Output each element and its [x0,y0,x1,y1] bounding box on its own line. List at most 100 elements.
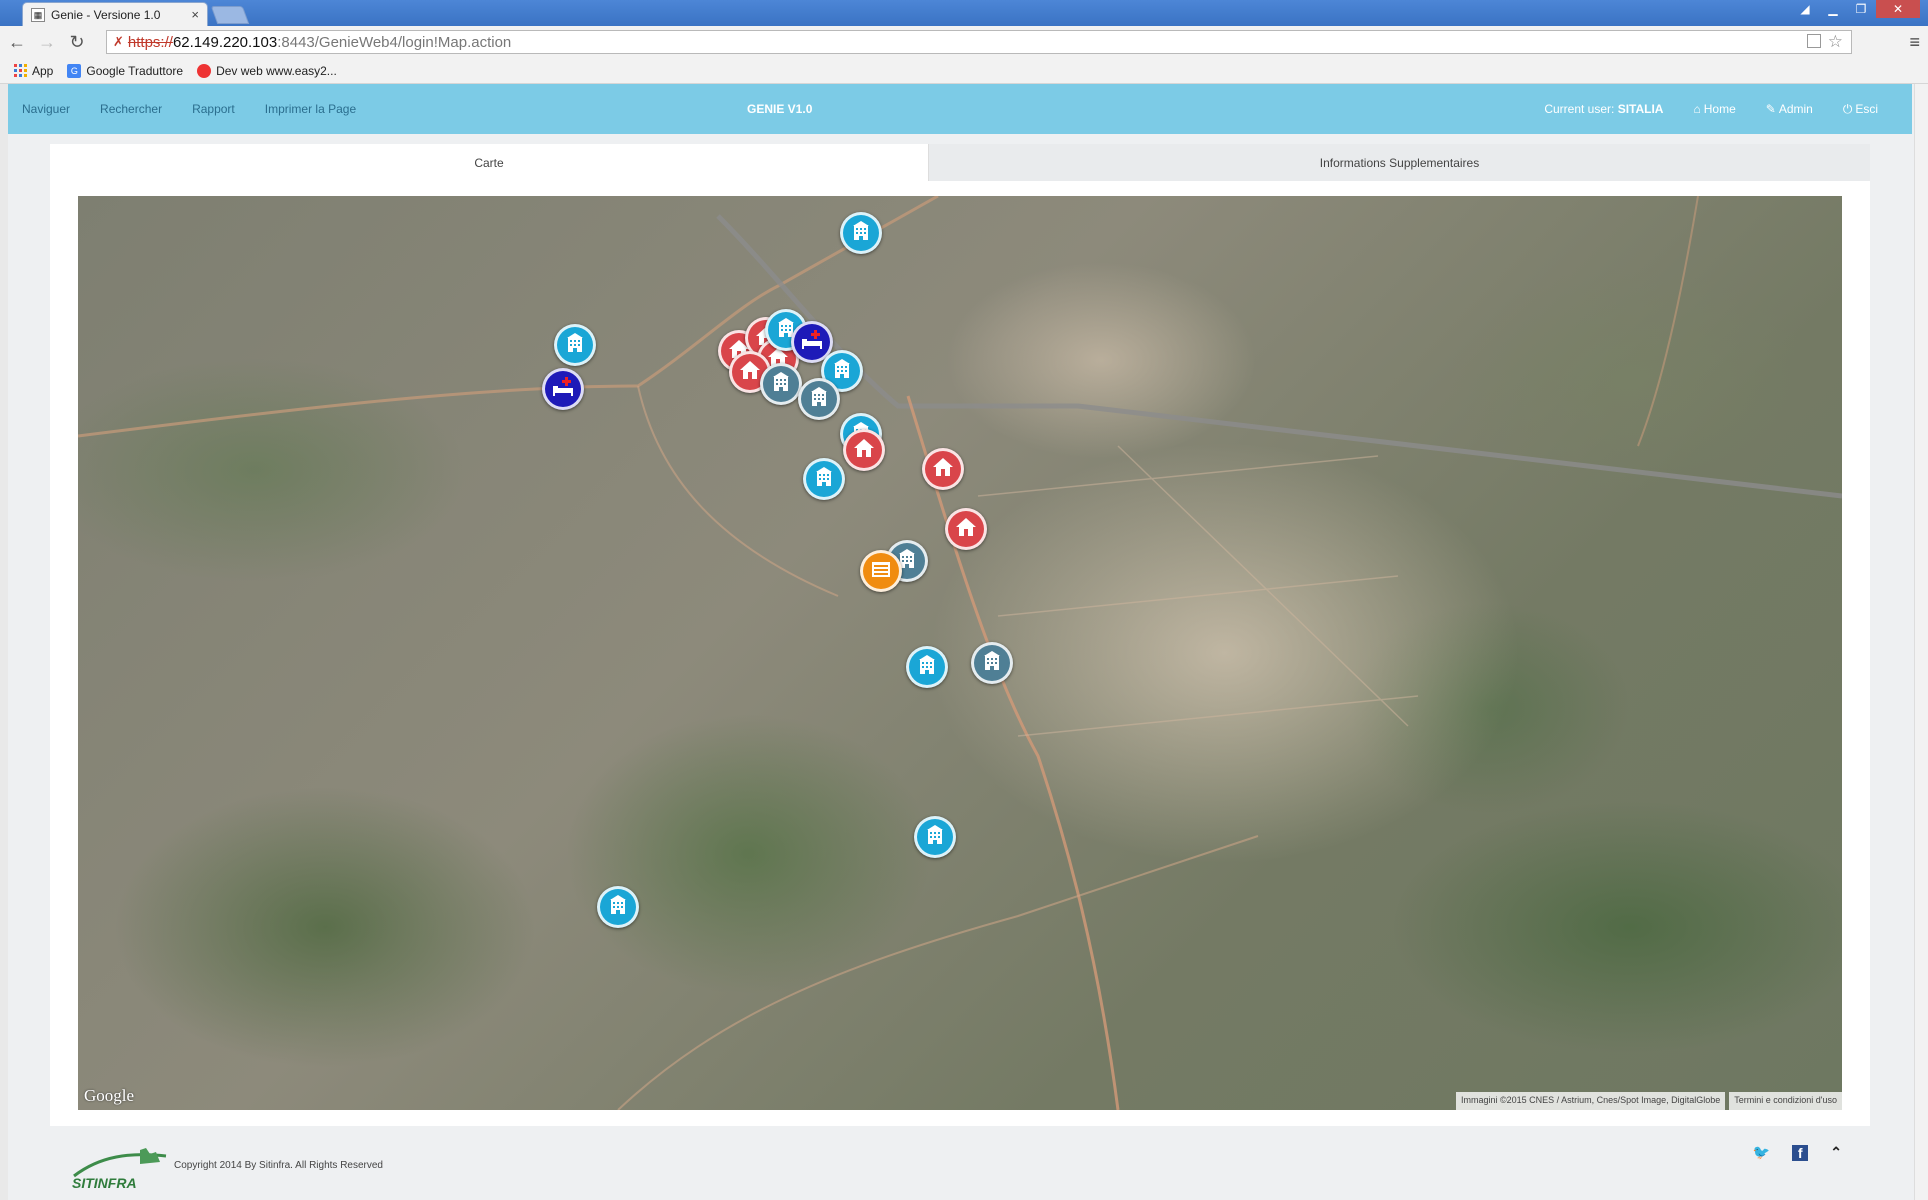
hospital-bed-icon [799,327,825,358]
home-icon: ⌂ [1693,102,1701,116]
page-action-icon[interactable] [1807,34,1821,48]
imagery-credit: Immagini ©2015 CNES / Astrium, Cnes/Spot… [1455,1092,1726,1110]
browser-titlebar: ▦ Genie - Versione 1.0 × ◢ ▁ ❐ ✕ [0,0,1928,26]
social-links: 🐦 f ⌃ [1753,1144,1842,1161]
nav-menu: Naviguer Rechercher Rapport Imprimer la … [22,84,356,134]
building-icon [829,356,855,387]
building-icon [768,369,794,400]
logo-text: SITINFRA [72,1175,137,1191]
map-marker-building[interactable] [803,458,845,500]
map-marker-house[interactable] [843,429,885,471]
map-attribution: Immagini ©2015 CNES / Astrium, Cnes/Spot… [1452,1092,1842,1110]
google-logo: Google [84,1086,135,1105]
scroll-top-icon[interactable]: ⌃ [1830,1144,1842,1161]
map-marker-building-dark[interactable] [760,363,802,405]
sitinfra-logo: SITINFRA [72,1148,167,1191]
home-link[interactable]: ⌂ Home [1693,102,1735,116]
nav-item-rapport[interactable]: Rapport [192,102,235,116]
app-brand[interactable]: GENIE V1.0 [747,102,812,116]
house-icon [930,454,956,485]
bookmark-google-traduttore[interactable]: G Google Traduttore [67,63,184,78]
window-controls: ◢ ▁ ❐ ✕ [1792,0,1920,18]
facebook-icon[interactable]: f [1792,1144,1809,1161]
user-icon[interactable]: ◢ [1792,0,1818,18]
bookmark-star-icon[interactable]: ☆ [1828,32,1843,52]
tab-carte[interactable]: Carte [50,144,928,181]
map-marker-house[interactable] [922,448,964,490]
satellite-map[interactable]: Google Immagini ©2015 CNES / Astrium, Cn… [78,196,1842,1110]
browser-menu-icon[interactable]: ≡ [1909,32,1920,53]
home-label: Home [1703,102,1736,116]
house-icon [851,435,877,466]
tab-bar: Carte Informations Supplementaires [50,144,1870,181]
copyright-text: Copyright 2014 By Sitinfra. All Rights R… [174,1160,383,1171]
building-icon [806,384,832,415]
apps-icon [14,64,27,77]
google-translate-icon: G [67,63,82,78]
map-marker-building[interactable] [906,646,948,688]
current-user-name: SITALIA [1617,102,1664,116]
left-gutter [0,84,8,1200]
nav-item-naviguer[interactable]: Naviguer [22,102,70,116]
nav-item-imprimer[interactable]: Imprimer la Page [265,102,356,116]
building-icon [922,822,948,853]
bookmark-label: App [32,63,54,78]
tab-close-icon[interactable]: × [191,7,199,22]
content-panel: Carte Informations Supplementaires Googl… [50,144,1870,1126]
minimize-icon[interactable]: ▁ [1820,0,1846,18]
building-icon [811,464,837,495]
map-marker-building[interactable] [597,886,639,928]
logout-link[interactable]: ⏻ Esci [1843,102,1878,117]
hospital-bed-icon [550,374,576,405]
map-marker-building-dark[interactable] [798,378,840,420]
nav-item-rechercher[interactable]: Rechercher [100,102,162,116]
address-bar[interactable]: ✗ https:// 62.149.220.103 :8443/GenieWeb… [106,30,1852,54]
building-icon [848,218,874,249]
back-arrow-icon[interactable]: ← [4,29,30,55]
reload-icon[interactable]: ↻ [64,29,90,55]
restore-icon[interactable]: ❐ [1848,0,1874,18]
map-marker-building-dark[interactable] [971,642,1013,684]
map-marker-building[interactable] [840,212,882,254]
browser-tab[interactable]: ▦ Genie - Versione 1.0 × [22,2,208,26]
house-icon [953,514,979,545]
browser-toolbar: ← → ↻ ✗ https:// 62.149.220.103 :8443/Ge… [0,26,1928,58]
tab-title: Genie - Versione 1.0 [51,7,161,22]
bookmarks-bar: App G Google Traduttore Dev web www.easy… [0,58,1928,84]
page-favicon-icon: ▦ [31,7,45,22]
new-tab-button[interactable] [210,6,250,24]
url-scheme: https:// [127,33,173,51]
building-icon [979,648,1005,679]
bookmark-dev-web[interactable]: Dev web www.easy2... [197,63,337,78]
bookmark-app[interactable]: App [14,64,53,78]
terms-link[interactable]: Termini e condizioni d'uso [1729,1092,1842,1110]
map-marker-house[interactable] [945,508,987,550]
map-roads [78,196,1842,1110]
web-page: Naviguer Rechercher Rapport Imprimer la … [8,84,1912,1200]
red-circle-icon [197,63,212,78]
map-marker-hospital[interactable] [542,368,584,410]
bookmark-label: Dev web www.easy2... [216,63,337,78]
page-scrollbar[interactable] [1914,84,1928,1200]
insecure-lock-icon: ✗ [113,34,124,49]
window-close-icon[interactable]: ✕ [1876,0,1920,18]
app-navbar: Naviguer Rechercher Rapport Imprimer la … [8,84,1912,134]
map-marker-school[interactable] [860,550,902,592]
building-icon [914,652,940,683]
twitter-icon[interactable]: 🐦 [1753,1144,1770,1161]
forward-arrow-icon[interactable]: → [34,29,60,55]
logout-label: Esci [1855,102,1878,116]
map-marker-building[interactable] [554,324,596,366]
url-host: 62.149.220.103 [172,33,278,51]
tab-informations-supplementaires[interactable]: Informations Supplementaires [928,144,1870,181]
bookmark-label: Google Traduttore [86,63,184,78]
current-user: Current user: SITALIA [1544,102,1663,116]
wrench-icon: ✎ [1765,102,1776,116]
power-icon: ⏻ [1842,101,1853,116]
map-marker-building[interactable] [914,816,956,858]
current-user-label: Current user: [1544,102,1615,116]
school-icon [868,556,894,587]
building-icon [562,330,588,361]
url-path: :8443/GenieWeb4/login!Map.action [277,33,512,51]
admin-link[interactable]: ✎ Admin [1766,102,1813,116]
